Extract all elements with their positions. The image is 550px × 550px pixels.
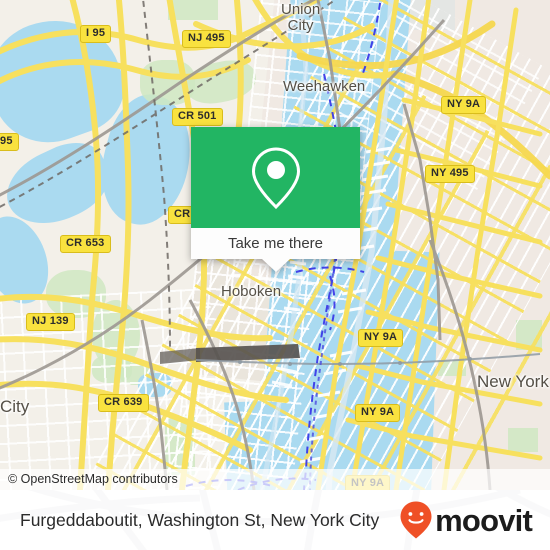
place-label-hoboken: Hoboken	[221, 283, 282, 300]
moovit-smiley-pin-icon	[400, 501, 432, 539]
place-label-line1: Union	[281, 1, 321, 18]
map-pin-icon	[251, 146, 300, 209]
popup-pointer-tail	[261, 259, 290, 272]
place-label-new-york: New York	[477, 372, 549, 391]
road-shield-95-clipped[interactable]: 95	[0, 133, 19, 151]
road-shield-ny-495[interactable]: NY 495	[425, 165, 475, 183]
moovit-logo[interactable]: moovit	[399, 500, 533, 540]
road-shield-cr-653[interactable]: CR 653	[60, 235, 111, 253]
place-label-weehawken: Weehawken	[283, 78, 366, 95]
map-screenshot: Union City Weehawken Hoboken New York Ci…	[0, 0, 550, 550]
place-label-union-city: Union City	[281, 2, 320, 34]
road-shield-i-95[interactable]: I 95	[80, 25, 112, 43]
place-label-jersey-city: City	[0, 397, 30, 416]
park-area-13	[168, 0, 218, 20]
footer-bar: Furgeddaboutit, Washington St, New York …	[0, 490, 550, 550]
road-shield-ny-9a-2[interactable]: NY 9A	[358, 329, 404, 347]
road-shield-nj-495[interactable]: NJ 495	[182, 30, 231, 48]
moovit-wordmark: moovit	[435, 502, 533, 538]
location-caption: Furgeddaboutit, Washington St, New York …	[20, 509, 380, 530]
road-shield-cr-639[interactable]: CR 639	[98, 394, 149, 412]
osm-attribution[interactable]: © OpenStreetMap contributors	[0, 469, 550, 490]
road-shield-ny-9a-1[interactable]: NY 9A	[441, 96, 487, 114]
take-me-there-button[interactable]: Take me there	[228, 235, 323, 252]
road-shield-ny-9a-3[interactable]: NY 9A	[355, 404, 401, 422]
popup-action-row[interactable]: Take me there	[191, 228, 360, 259]
popup-header	[191, 127, 360, 228]
place-label-line2: City	[287, 17, 314, 34]
road-shield-cr-501[interactable]: CR 501	[172, 108, 223, 126]
road-shield-nj-139[interactable]: NJ 139	[26, 313, 75, 331]
location-popup-card[interactable]: Take me there	[191, 127, 360, 272]
map-canvas[interactable]: Union City Weehawken Hoboken New York Ci…	[0, 0, 550, 490]
